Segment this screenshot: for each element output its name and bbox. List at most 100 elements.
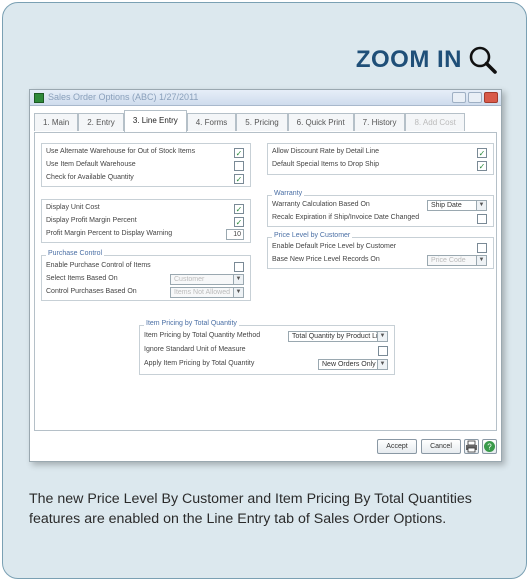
checkbox-ignore-uom[interactable] (378, 346, 388, 356)
tab-pricing[interactable]: 5. Pricing (236, 113, 288, 131)
stock-options-group: Use Alternate Warehouse for Out of Stock… (41, 143, 251, 187)
group-title: Purchase Control (46, 250, 105, 257)
option-row: Warranty Calculation Based On Ship Date ▼ (272, 200, 489, 212)
chevron-down-icon: ▼ (233, 288, 243, 297)
option-row: Check for Available Quantity ✓ (46, 173, 246, 185)
option-row: Default Special Items to Drop Ship ✓ (272, 160, 489, 172)
group-title: Item Pricing by Total Quantity (144, 320, 239, 327)
close-icon[interactable] (484, 92, 498, 103)
figure-caption: The new Price Level By Customer and Item… (29, 491, 472, 527)
checkbox-item-default-warehouse[interactable] (234, 161, 244, 171)
option-row: Use Alternate Warehouse for Out of Stock… (46, 147, 246, 159)
app-icon (34, 93, 44, 103)
option-row: Recalc Expiration if Ship/Invoice Date C… (272, 213, 489, 225)
tab-add-cost: 8. Add Cost (405, 113, 465, 131)
cancel-button[interactable]: Cancel (421, 439, 461, 454)
option-label: Control Purchases Based On (46, 288, 137, 295)
group-title: Price Level by Customer (272, 232, 353, 239)
chevron-down-icon: ▼ (377, 360, 387, 369)
option-label: Warranty Calculation Based On (272, 201, 370, 208)
printer-icon[interactable] (464, 439, 479, 454)
option-row: Enable Purchase Control of Items (46, 261, 246, 273)
option-row: Base New Price Level Records On Price Co… (272, 255, 489, 267)
discount-options-group: Allow Discount Rate by Detail Line ✓ Def… (267, 143, 494, 175)
warranty-group: Warranty Warranty Calculation Based On S… (267, 190, 494, 227)
svg-text:?: ? (487, 443, 492, 452)
option-label: Display Profit Margin Percent (46, 217, 137, 224)
printer-glyph (466, 440, 477, 453)
option-label: Item Pricing by Total Quantity Method (144, 332, 261, 339)
option-label: Check for Available Quantity (46, 174, 134, 181)
window-titlebar: Sales Order Options (ABC) 1/27/2011 (30, 90, 501, 106)
maximize-icon[interactable] (468, 92, 482, 103)
option-row: Display Unit Cost ✓ (46, 203, 246, 215)
zoom-card: ZOOM IN Sales Order Options (ABC) 1/27/2… (2, 2, 527, 579)
help-icon[interactable]: ? (482, 439, 497, 454)
checkbox-available-quantity[interactable]: ✓ (234, 174, 244, 184)
option-label: Select Items Based On (46, 275, 118, 282)
option-label: Enable Default Price Level by Customer (272, 243, 397, 250)
warranty-calc-dropdown[interactable]: Ship Date ▼ (427, 200, 487, 211)
tab-main[interactable]: 1. Main (34, 113, 79, 131)
pricing-method-dropdown[interactable]: Total Quantity by Product Line ▼ (288, 331, 388, 342)
option-row: Ignore Standard Unit of Measure (144, 345, 390, 357)
option-row: Allow Discount Rate by Detail Line ✓ (272, 147, 489, 159)
option-row: Use Item Default Warehouse (46, 160, 246, 172)
purchase-control-group: Purchase Control Enable Purchase Control… (41, 250, 251, 301)
tab-entry[interactable]: 2. Entry (78, 113, 124, 131)
profit-warning-input[interactable]: 10 (226, 229, 244, 240)
option-row: Select Items Based On Customer ▼ (46, 274, 246, 286)
option-label: Recalc Expiration if Ship/Invoice Date C… (272, 214, 420, 221)
select-items-dropdown: Customer ▼ (170, 274, 244, 285)
option-label: Apply Item Pricing by Total Quantity (144, 360, 255, 367)
minimize-icon[interactable] (452, 92, 466, 103)
zoom-in-link[interactable]: ZOOM IN (356, 45, 498, 75)
tab-strip: 1. Main 2. Entry 3. Line Entry 4. Forms … (34, 110, 497, 132)
checkbox-recalc-expiration[interactable] (477, 214, 487, 224)
dialog-button-bar: Accept Cancel ? (34, 435, 497, 457)
accept-button[interactable]: Accept (377, 439, 417, 454)
zoom-in-label: ZOOM IN (355, 46, 462, 73)
checkbox-discount-rate[interactable]: ✓ (477, 148, 487, 158)
tab-quick-print[interactable]: 6. Quick Print (287, 113, 354, 131)
tab-forms[interactable]: 4. Forms (186, 113, 237, 131)
group-title: Warranty (272, 190, 305, 197)
base-price-level-dropdown: Price Code ▼ (427, 255, 487, 266)
help-glyph: ? (484, 441, 495, 452)
cost-options-group: Display Unit Cost ✓ Display Profit Margi… (41, 199, 251, 243)
option-row: Item Pricing by Total Quantity Method To… (144, 331, 390, 343)
option-row: Display Profit Margin Percent ✓ (46, 216, 246, 228)
checkbox-profit-margin[interactable]: ✓ (234, 217, 244, 227)
price-level-group: Price Level by Customer Enable Default P… (267, 232, 494, 269)
option-row: Apply Item Pricing by Total Quantity New… (144, 359, 390, 371)
chevron-down-icon: ▼ (233, 275, 243, 284)
chevron-down-icon: ▼ (476, 256, 486, 265)
checkbox-drop-ship[interactable]: ✓ (477, 161, 487, 171)
option-label: Use Item Default Warehouse (46, 161, 136, 168)
checkbox-alt-warehouse[interactable]: ✓ (234, 148, 244, 158)
option-row: Enable Default Price Level by Customer (272, 242, 489, 254)
line-entry-panel: Use Alternate Warehouse for Out of Stock… (34, 132, 497, 431)
option-label: Default Special Items to Drop Ship (272, 161, 379, 168)
chevron-down-icon: ▼ (476, 201, 486, 210)
option-label: Use Alternate Warehouse for Out of Stock… (46, 148, 196, 155)
option-label: Enable Purchase Control of Items (46, 262, 151, 269)
checkbox-price-level[interactable] (477, 243, 487, 253)
option-label: Profit Margin Percent to Display Warning (46, 230, 173, 237)
checkbox-purchase-control[interactable] (234, 262, 244, 272)
window-controls (452, 92, 498, 103)
option-row: Profit Margin Percent to Display Warning… (46, 229, 246, 241)
tab-line-entry[interactable]: 3. Line Entry (123, 110, 187, 132)
control-purchases-dropdown: Items Not Allowed ▼ (170, 287, 244, 298)
checkbox-unit-cost[interactable]: ✓ (234, 204, 244, 214)
magnifier-icon (469, 46, 497, 74)
option-label: Allow Discount Rate by Detail Line (272, 148, 379, 155)
option-label: Display Unit Cost (46, 204, 100, 211)
apply-pricing-dropdown[interactable]: New Orders Only ▼ (318, 359, 388, 370)
tab-history[interactable]: 7. History (353, 113, 406, 131)
option-label: Ignore Standard Unit of Measure (144, 346, 246, 353)
chevron-down-icon: ▼ (377, 332, 387, 341)
option-row: Control Purchases Based On Items Not All… (46, 287, 246, 299)
window-title: Sales Order Options (ABC) 1/27/2011 (48, 92, 199, 102)
item-pricing-group: Item Pricing by Total Quantity Item Pric… (139, 320, 395, 375)
